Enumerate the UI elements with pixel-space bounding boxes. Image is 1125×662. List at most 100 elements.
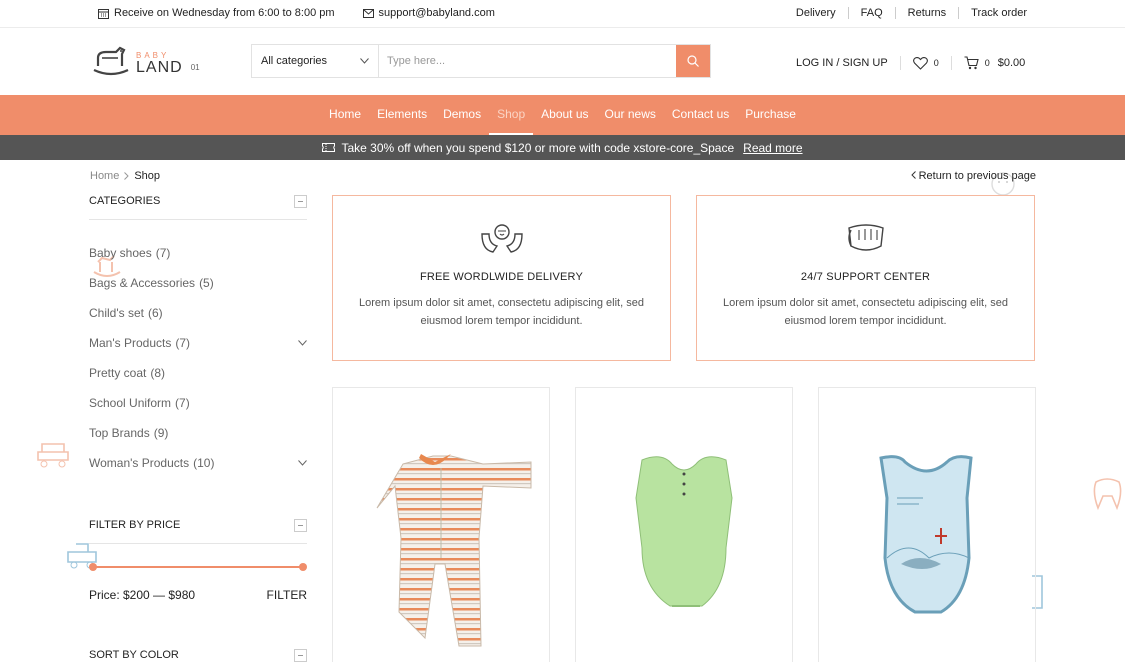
striped-sleepsuit-image (376, 454, 532, 647)
promo-read-more-link[interactable]: Read more (743, 141, 802, 155)
delivery-info: Receive on Wednesday from 6:00 to 8:00 p… (114, 7, 335, 19)
support-diaper-icon (847, 224, 884, 251)
nav-shop[interactable]: Shop (489, 95, 534, 135)
price-range-label: Price: $200 — $980 (89, 588, 196, 602)
price-slider[interactable] (89, 562, 307, 572)
category-item[interactable]: Child's set (6) (89, 298, 307, 328)
search-input[interactable] (379, 45, 676, 77)
product-card-green-bodysuit[interactable] (575, 387, 793, 662)
category-list: Baby shoes (7) Bags & Accessories (5) Chil… (89, 238, 307, 478)
logo-tag: 01 (190, 63, 200, 72)
category-label: School Uniform (89, 396, 172, 410)
price-slider-track (93, 566, 303, 568)
sort-color-header: SORT BY COLOR (89, 646, 307, 662)
nav-contact-us[interactable]: Contact us (664, 95, 737, 135)
category-label: Bags & Accessories (89, 276, 196, 290)
nav-elements[interactable]: Elements (369, 95, 435, 135)
category-item[interactable]: Bags & Accessories (5) (89, 268, 307, 298)
nav-our-news[interactable]: Our news (597, 95, 664, 135)
product-card-striped-sleepsuit[interactable] (332, 387, 550, 662)
category-count: (10) (193, 456, 215, 470)
category-count: (9) (153, 426, 169, 440)
delivery-hands-icon (480, 224, 523, 253)
nav-demos[interactable]: Demos (435, 95, 489, 135)
cart-icon[interactable] (964, 56, 979, 70)
promo-bar: Take 30% off when you spend $120 or more… (0, 135, 1125, 160)
category-label: Woman's Products (89, 456, 190, 470)
search-icon (687, 55, 699, 67)
calendar-icon (98, 8, 109, 19)
green-bodysuit-image (635, 456, 733, 607)
collapse-color-button[interactable] (294, 648, 307, 662)
category-count: (7) (175, 336, 190, 350)
blue-tank-bodysuit-image (879, 455, 973, 614)
filter-price-section: FILTER BY PRICE Price: $200 — $980 FILTE… (89, 516, 307, 602)
cart-total[interactable]: $0.00 (998, 57, 1026, 69)
collapse-price-button[interactable] (294, 518, 307, 532)
chevron-down-icon (360, 58, 369, 64)
sidebar: CATEGORIES Baby shoes (7) Bags & Accessor… (89, 192, 307, 478)
info-box-title: FREE WORDLWIDE DELIVERY (419, 271, 584, 283)
header: BABY LAND 01 All categories LOG IN / SIG… (0, 28, 1125, 95)
sort-color-section: SORT BY COLOR (89, 646, 307, 662)
expand-chevron-icon[interactable] (298, 340, 307, 346)
account-area: LOG IN / SIGN UP 0 0 $0.00 (796, 56, 1025, 70)
filter-button[interactable]: FILTER (267, 588, 307, 602)
category-item[interactable]: Man's Products (7) (89, 328, 307, 358)
breadcrumb-home[interactable]: Home (90, 170, 119, 182)
support-email[interactable]: support@babyland.com (379, 7, 495, 19)
categories-header: CATEGORIES (89, 192, 307, 210)
category-label: Baby shoes (89, 246, 152, 260)
category-count: (7) (155, 246, 171, 260)
logo[interactable]: BABY LAND 01 (90, 44, 200, 76)
envelope-icon (362, 8, 374, 18)
breadcrumb: Home Shop (90, 170, 160, 182)
category-item[interactable]: Woman's Products (10) (89, 448, 307, 478)
info-box-text: Lorem ipsum dolor sit amet, consectetu a… (359, 297, 644, 327)
main-nav: Home Elements Demos Shop About us Our ne… (0, 95, 1125, 135)
link-delivery[interactable]: Delivery (784, 7, 848, 19)
breadcrumb-current: Shop (134, 170, 161, 182)
category-label: Pretty coat (89, 366, 147, 380)
category-item[interactable]: Pretty coat (8) (89, 358, 307, 388)
ticket-icon (322, 143, 336, 152)
logo-land: LAND (136, 59, 183, 76)
categories-title: CATEGORIES (89, 195, 161, 207)
info-box-delivery: FREE WORDLWIDE DELIVERY Lorem ipsum dolo… (332, 195, 671, 361)
category-count: (5) (199, 276, 214, 290)
return-previous-label: Return to previous page (918, 170, 1036, 182)
nav-purchase[interactable]: Purchase (737, 95, 804, 135)
category-label: Man's Products (89, 336, 172, 350)
decor-tooth-icon (1093, 478, 1122, 511)
search-bar: All categories (251, 44, 711, 78)
decor-stroller-icon (37, 443, 69, 468)
login-signup-link[interactable]: LOG IN / SIGN UP (796, 57, 888, 69)
filter-price-title: FILTER BY PRICE (89, 519, 181, 531)
category-item[interactable]: Top Brands (9) (89, 418, 307, 448)
info-box-support: 24/7 SUPPORT CENTER Lorem ipsum dolor si… (696, 195, 1035, 361)
expand-chevron-icon[interactable] (298, 460, 307, 466)
heart-icon[interactable] (912, 56, 928, 70)
collapse-categories-button[interactable] (294, 194, 307, 208)
category-label: Top Brands (89, 426, 150, 440)
nav-about-us[interactable]: About us (533, 95, 596, 135)
chevron-right-icon (124, 172, 130, 180)
rocking-horse-logo-icon (93, 46, 129, 76)
category-select[interactable]: All categories (252, 45, 379, 77)
category-select-value: All categories (261, 55, 328, 67)
link-returns[interactable]: Returns (894, 7, 959, 19)
link-track-order[interactable]: Track order (958, 7, 1027, 19)
product-card-blue-tank-bodysuit[interactable] (818, 387, 1036, 662)
price-slider-min-handle[interactable] (89, 563, 97, 571)
cart-count: 0 (984, 58, 990, 68)
search-button[interactable] (676, 45, 710, 77)
link-faq[interactable]: FAQ (847, 7, 895, 19)
category-item[interactable]: Baby shoes (7) (89, 238, 307, 268)
price-slider-max-handle[interactable] (299, 563, 307, 571)
filter-price-header: FILTER BY PRICE (89, 516, 307, 534)
top-bar: Receive on Wednesday from 6:00 to 8:00 p… (0, 0, 1125, 28)
return-previous-link[interactable]: Return to previous page (910, 170, 1036, 182)
promo-text: Take 30% off when you spend $120 or more… (341, 140, 735, 155)
nav-home[interactable]: Home (321, 95, 369, 135)
category-item[interactable]: School Uniform (7) (89, 388, 307, 418)
